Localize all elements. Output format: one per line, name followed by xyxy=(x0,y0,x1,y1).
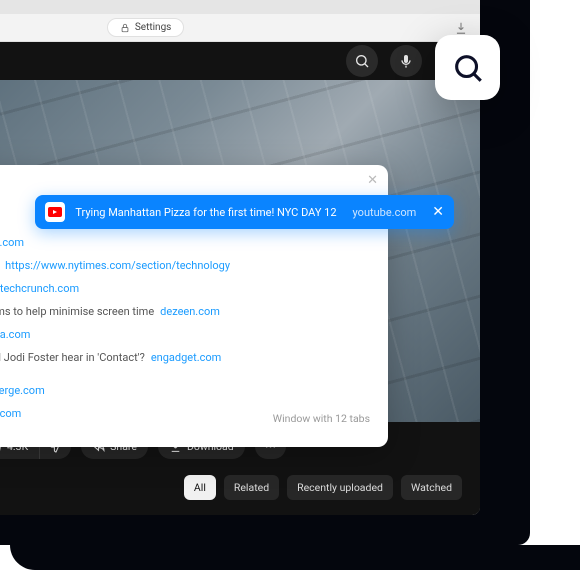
youtube-toolbar xyxy=(0,42,480,80)
result-item[interactable]: e aims to help minimise screen time deze… xyxy=(0,300,388,323)
result-domain[interactable]: techcrunch.com xyxy=(0,282,79,295)
microphone-icon xyxy=(398,53,414,69)
result-domain[interactable]: engadget.com xyxy=(151,351,221,364)
result-domain[interactable]: ddit.com xyxy=(0,407,21,420)
filter-watched[interactable]: Watched xyxy=(401,475,462,500)
result-domain[interactable]: opera.com xyxy=(0,328,30,341)
settings-label: Settings xyxy=(135,22,172,33)
mic-button[interactable] xyxy=(390,45,422,77)
filter-row: All Related Recently uploaded Watched xyxy=(0,471,480,512)
tab-bar xyxy=(0,0,480,14)
result-item[interactable]: erge.com xyxy=(0,231,388,254)
result-item[interactable]: y did Jodi Foster hear in 'Contact'? eng… xyxy=(0,346,388,369)
search-popup: ✕ Trying Manhattan Pizza for the first t… xyxy=(0,165,388,447)
suggestion-domain: youtube.com xyxy=(353,206,417,219)
laptop-base xyxy=(10,545,580,570)
suggestion-close-button[interactable]: ✕ xyxy=(432,204,444,220)
result-domain[interactable]: theverge.com xyxy=(0,384,45,397)
result-domain[interactable]: https://www.nytimes.com/section/technolo… xyxy=(5,259,230,272)
result-item[interactable]: tup techcrunch.com xyxy=(0,277,388,300)
result-domain[interactable]: erge.com xyxy=(0,236,24,249)
youtube-app-icon xyxy=(45,202,65,222)
suggestion-title: Trying Manhattan Pizza for the first tim… xyxy=(75,206,336,219)
filter-related[interactable]: Related xyxy=(224,475,279,500)
search-icon xyxy=(451,51,485,85)
result-text: y did Jodi Foster hear in 'Contact'? xyxy=(0,351,145,364)
popup-close-button[interactable]: ✕ xyxy=(367,173,378,188)
download-icon[interactable] xyxy=(454,21,468,35)
filter-all[interactable]: All xyxy=(184,475,216,500)
result-item[interactable]: opera.com xyxy=(0,323,388,346)
result-item[interactable]: ddit.com xyxy=(0,402,255,425)
highlight-search-badge xyxy=(435,35,500,100)
result-domain[interactable]: dezeen.com xyxy=(160,305,220,318)
filter-recent[interactable]: Recently uploaded xyxy=(287,475,393,500)
address-bar: Settings xyxy=(0,14,480,42)
lock-icon xyxy=(120,23,130,33)
suggestion-bar[interactable]: Trying Manhattan Pizza for the first tim… xyxy=(35,195,454,229)
result-item[interactable]: mes https://www.nytimes.com/section/tech… xyxy=(0,254,388,277)
result-text: e aims to help minimise screen time xyxy=(0,305,154,318)
search-icon xyxy=(354,53,370,69)
settings-button[interactable]: Settings xyxy=(107,18,185,37)
tab-count-label: Window with 12 tabs xyxy=(255,406,388,425)
search-button[interactable] xyxy=(346,45,378,77)
result-item[interactable]: theverge.com xyxy=(0,379,255,402)
